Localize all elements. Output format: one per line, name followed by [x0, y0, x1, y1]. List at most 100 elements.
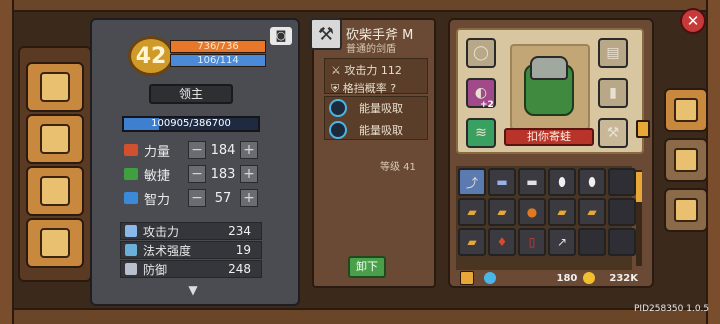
inventory-slot[interactable]: [608, 198, 636, 226]
ring-icon: ◐: [474, 85, 488, 101]
accessory-slot[interactable]: ≋: [466, 118, 496, 148]
inventory-slot[interactable]: ▰: [458, 228, 486, 256]
scroll-icon: ▰: [557, 205, 567, 219]
boots-slot[interactable]: ▮: [598, 78, 628, 108]
armor-slot[interactable]: ▤: [598, 38, 628, 68]
derived-name: 法术强度: [143, 243, 192, 258]
bone-icon: ▬: [496, 175, 508, 189]
minus-button[interactable]: −: [188, 189, 206, 207]
energy-drain-icon: [329, 99, 347, 117]
item-level: 等级 41: [380, 162, 416, 173]
skill-row[interactable]: 能量吸取: [325, 119, 427, 141]
agility-icon: [124, 168, 138, 180]
inventory-slot[interactable]: [608, 168, 636, 196]
inventory-slot[interactable]: ▰: [488, 198, 516, 226]
plus-button[interactable]: +: [240, 141, 258, 159]
left-frame: [0, 0, 14, 324]
feather-icon: ⬮: [558, 174, 566, 189]
minus-button[interactable]: −: [188, 141, 206, 159]
derived-attack: 攻击力 234: [120, 222, 262, 240]
inventory-slot[interactable]: ▰: [548, 198, 576, 226]
camera-button[interactable]: ◙: [270, 27, 292, 45]
inventory-slot[interactable]: [608, 228, 636, 256]
nav-book-button[interactable]: [26, 62, 84, 112]
derived-value: 19: [235, 243, 251, 257]
inventory-slot[interactable]: ↗: [548, 228, 576, 256]
map-icon: [40, 124, 70, 154]
skill-row[interactable]: 能量吸取: [325, 97, 427, 119]
inventory-slot[interactable]: ⤴: [458, 168, 486, 196]
inventory-slot[interactable]: ⬮: [548, 168, 576, 196]
inventory-slots: ⤴ ▬ ▬ ⬮ ⬮ ▰ ▰ ● ▰ ▰ ▰ ♦ ▯ ↗: [458, 168, 636, 256]
inventory-slot[interactable]: ▰: [578, 198, 606, 226]
scroll-icon: ▰: [497, 205, 507, 219]
stat-value: 184: [210, 142, 236, 158]
scroll-down-icon[interactable]: ▼: [178, 284, 208, 296]
scroll-icon: ▰: [587, 205, 597, 219]
unequip-button[interactable]: 卸下: [348, 256, 386, 278]
vehicle-icon: [40, 228, 70, 258]
inventory-slot[interactable]: ⬮: [578, 168, 606, 196]
inventory-slot[interactable]: ▰: [458, 198, 486, 226]
gold-count: 232K: [609, 272, 638, 284]
sword-icon: ⚔: [331, 64, 341, 77]
bone-icon: ▬: [526, 175, 538, 189]
weapon-slot[interactable]: ⚒: [598, 118, 628, 148]
inventory-slot[interactable]: ▯: [518, 228, 546, 256]
axe-icon: ⚒: [310, 18, 342, 50]
leaf-icon: ♦: [496, 235, 508, 249]
plus-button[interactable]: +: [240, 189, 258, 207]
helmet-icon: [674, 98, 698, 122]
hero-name: 扣你寄蛙: [504, 128, 594, 146]
tab-settings[interactable]: [664, 188, 708, 232]
camera-icon: ◙: [275, 29, 287, 42]
inventory-slot[interactable]: ▬: [518, 168, 546, 196]
scroll-icon: ▰: [467, 235, 477, 249]
shield-icon: [125, 263, 137, 275]
intelligence-icon: [124, 192, 138, 204]
card-icon: ▯: [528, 235, 536, 249]
plus-button[interactable]: +: [240, 165, 258, 183]
book-icon: [40, 72, 70, 102]
nav-map-button[interactable]: [26, 114, 84, 164]
dagger-icon: ↗: [556, 235, 568, 249]
nav-vehicle-button[interactable]: [26, 218, 84, 268]
item-skills: 能量吸取 能量吸取: [324, 96, 428, 140]
stat-agility: 敏捷 − 183 +: [124, 164, 258, 184]
minus-button[interactable]: −: [188, 165, 206, 183]
currency-bar: 180 232K: [456, 270, 644, 286]
lock-tab-icon[interactable]: [636, 120, 650, 138]
stat-name: 力量: [144, 144, 171, 160]
top-frame: [0, 0, 720, 12]
title-button[interactable]: 领主: [149, 84, 233, 104]
lock-icon[interactable]: [460, 271, 474, 285]
crossed-swords-icon: [674, 148, 698, 172]
tab-equipment[interactable]: [664, 88, 708, 132]
skill-name: 能量吸取: [359, 102, 403, 115]
derived-name: 防御: [143, 262, 168, 277]
attr-attack: ⚔ 攻击力 112: [331, 64, 402, 77]
inventory-slot[interactable]: ♦: [488, 228, 516, 256]
stat-value: 183: [210, 166, 236, 182]
inventory-slot[interactable]: ●: [518, 198, 546, 226]
inventory-slot[interactable]: [578, 228, 606, 256]
stat-name: 敏捷: [144, 168, 171, 184]
tab-skills[interactable]: [664, 138, 708, 182]
scroll-icon: ≋: [475, 125, 487, 141]
gem-icon: [484, 272, 496, 284]
skill-name: 能量吸取: [359, 124, 403, 137]
exp-text: 100905/386700: [151, 118, 231, 129]
attr-block: ⛨ 格挡概率 ?: [331, 82, 397, 95]
amulet-slot[interactable]: ◯: [466, 38, 496, 68]
shield-icon: ⛨: [331, 82, 340, 95]
close-button[interactable]: ✕: [680, 8, 706, 34]
nav-pet-button[interactable]: [26, 166, 84, 216]
stat-strength: 力量 − 184 +: [124, 140, 258, 160]
inventory-scroll-thumb[interactable]: [636, 172, 642, 202]
bottom-frame: [0, 308, 720, 324]
inventory-slot[interactable]: ▬: [488, 168, 516, 196]
gold-icon: [583, 272, 596, 284]
bow-icon: ⤴: [465, 175, 478, 190]
hero-helmet: [530, 56, 568, 80]
derived-defense: 防御 248: [120, 260, 262, 278]
